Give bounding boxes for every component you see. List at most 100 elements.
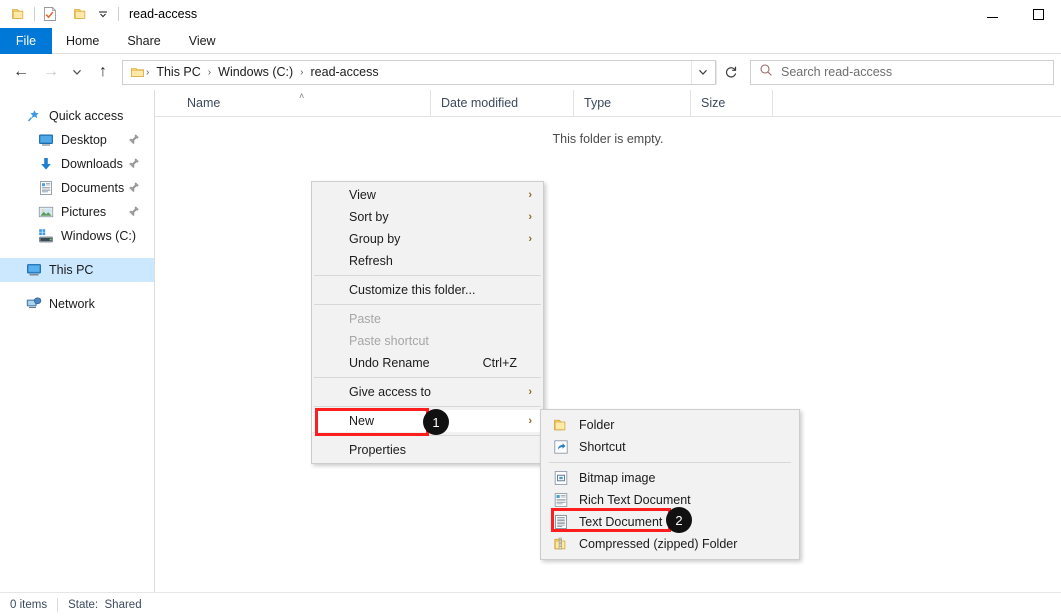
context-menu-item-label: Refresh — [349, 254, 393, 268]
submenu-item-label: Bitmap image — [579, 471, 656, 485]
sort-ascending-caret-icon: ˄ — [299, 91, 305, 101]
pin-icon[interactable] — [128, 205, 140, 219]
refresh-button[interactable] — [716, 60, 744, 84]
context-menu-item-shortcut: Ctrl+Z — [482, 356, 517, 370]
breadcrumb-item-read-access[interactable]: read-access — [305, 61, 385, 84]
column-header-size-label: Size — [701, 96, 726, 110]
sidebar-item-label: Quick access — [49, 109, 124, 123]
submenu-item-folder[interactable]: Folder — [541, 414, 799, 436]
sidebar-item-pictures[interactable]: Pictures — [0, 200, 154, 224]
context-menu-item-undo-rename[interactable]: Undo Rename Ctrl+Z — [312, 352, 543, 374]
sidebar-item-downloads[interactable]: Downloads — [0, 152, 154, 176]
column-header-date-label: Date modified — [441, 96, 519, 110]
breadcrumb-item-this-pc[interactable]: This PC — [150, 61, 206, 84]
navigation-pane: Quick access Desktop Downloads Documents… — [0, 90, 155, 616]
submenu-item-label: Shortcut — [579, 440, 626, 454]
sidebar-item-label: This PC — [49, 263, 94, 277]
shortcut-icon — [553, 439, 569, 455]
address-bar-row: ← → ↑ › This PC › Windows (C:) › read-ac… — [0, 54, 1061, 90]
status-bar: 0 items State: Shared — [0, 592, 1061, 616]
context-menu-separator-2 — [314, 304, 541, 305]
chevron-right-icon: › — [528, 211, 532, 223]
context-menu-item-label: Group by — [349, 232, 401, 246]
context-menu-item-label: Give access to — [349, 385, 431, 399]
search-box[interactable]: Search read-access — [750, 59, 1054, 85]
sidebar-item-network[interactable]: Network — [0, 292, 154, 316]
desktop-icon — [38, 132, 54, 148]
sidebar-item-label: Network — [49, 297, 95, 311]
qat-customize-chevron-down-icon[interactable] — [92, 3, 114, 25]
drive-icon — [38, 228, 54, 244]
annotation-badge-1: 1 — [423, 409, 449, 435]
search-icon — [759, 63, 773, 82]
pictures-icon — [38, 204, 54, 220]
context-menu-item-group-by[interactable]: Group by › — [312, 228, 543, 250]
chevron-right-icon: › — [528, 415, 532, 427]
bitmap-image-icon — [553, 470, 569, 486]
download-arrow-icon — [38, 156, 54, 172]
sidebar-item-label: Downloads — [61, 157, 123, 171]
submenu-item-bitmap-image[interactable]: Bitmap image — [541, 467, 799, 489]
address-dropdown-chevron-down-icon[interactable] — [691, 60, 713, 84]
column-header-size[interactable]: Size — [691, 90, 773, 116]
sidebar-item-desktop[interactable]: Desktop — [0, 128, 154, 152]
tab-home[interactable]: Home — [52, 28, 113, 54]
context-menu-item-customize-this-folder[interactable]: Customize this folder... — [312, 279, 543, 301]
context-menu-item-sort-by[interactable]: Sort by › — [312, 206, 543, 228]
context-menu-item-view[interactable]: View › — [312, 184, 543, 206]
context-menu-item-paste: Paste — [312, 308, 543, 330]
pin-icon[interactable] — [128, 133, 140, 147]
file-explorer-window: read-access File Home Share View ← → ↑ ›… — [0, 0, 1061, 616]
tab-view[interactable]: View — [175, 28, 230, 54]
context-menu-item-label: Customize this folder... — [349, 283, 476, 297]
context-menu-item-label: Paste shortcut — [349, 334, 429, 348]
submenu-item-shortcut[interactable]: Shortcut — [541, 436, 799, 458]
breadcrumb: › This PC › Windows (C:) › read-access — [125, 61, 691, 84]
status-item-count: 0 items — [10, 598, 48, 611]
sidebar-item-windows-c[interactable]: Windows (C:) — [0, 224, 154, 248]
quick-access-toolbar: read-access — [0, 0, 197, 28]
context-menu-separator-4 — [314, 406, 541, 407]
tab-share[interactable]: Share — [113, 28, 174, 54]
column-header-type[interactable]: Type — [574, 90, 691, 116]
column-header-type-label: Type — [584, 96, 612, 110]
pin-icon[interactable] — [128, 157, 140, 171]
title-bar: read-access — [0, 0, 1061, 28]
search-input[interactable]: Search read-access — [781, 65, 892, 79]
back-button[interactable]: ← — [6, 57, 36, 87]
breadcrumb-item-windows-c[interactable]: Windows (C:) — [212, 61, 299, 84]
submenu-item-compressed-zipped-folder[interactable]: Compressed (zipped) Folder — [541, 533, 799, 555]
annotation-badge-2: 2 — [666, 507, 692, 533]
context-menu-item-paste-shortcut: Paste shortcut — [312, 330, 543, 352]
context-menu-separator-5 — [314, 435, 541, 436]
status-share-state: State: Shared — [68, 598, 142, 611]
pin-icon[interactable] — [128, 181, 140, 195]
context-menu-separator-1 — [314, 275, 541, 276]
submenu-separator-1 — [549, 462, 791, 463]
address-bar[interactable]: › This PC › Windows (C:) › read-access — [122, 59, 716, 85]
minimize-button[interactable] — [969, 0, 1015, 28]
forward-button: → — [43, 63, 59, 80]
context-menu-item-label: Paste — [349, 312, 381, 326]
sidebar-item-quick-access[interactable]: Quick access — [0, 104, 154, 128]
column-header-date-modified[interactable]: Date modified — [431, 90, 574, 116]
qat-folder-icon-2[interactable] — [70, 3, 92, 25]
context-menu-separator-3 — [314, 377, 541, 378]
window-title: read-access — [129, 7, 198, 21]
column-header-name-label: Name — [187, 96, 221, 110]
tab-file[interactable]: File — [0, 28, 52, 54]
submenu-item-label: Rich Text Document — [579, 493, 691, 507]
up-button[interactable]: ↑ — [88, 57, 118, 87]
maximize-button[interactable] — [1015, 0, 1061, 28]
context-menu-item-properties[interactable]: Properties — [312, 439, 543, 461]
context-menu-item-refresh[interactable]: Refresh — [312, 250, 543, 272]
sidebar-item-documents[interactable]: Documents — [0, 176, 154, 200]
recent-locations-chevron-down-icon[interactable] — [66, 57, 88, 87]
column-header-name[interactable]: Name ˄ — [155, 90, 431, 116]
qat-check-document-icon[interactable] — [39, 3, 61, 25]
submenu-item-rich-text-document[interactable]: Rich Text Document — [541, 489, 799, 511]
chevron-right-icon: › — [528, 189, 532, 201]
qat-folder-icon[interactable] — [8, 3, 30, 25]
context-menu-item-give-access-to[interactable]: Give access to › — [312, 381, 543, 403]
sidebar-item-this-pc[interactable]: This PC — [0, 258, 154, 282]
